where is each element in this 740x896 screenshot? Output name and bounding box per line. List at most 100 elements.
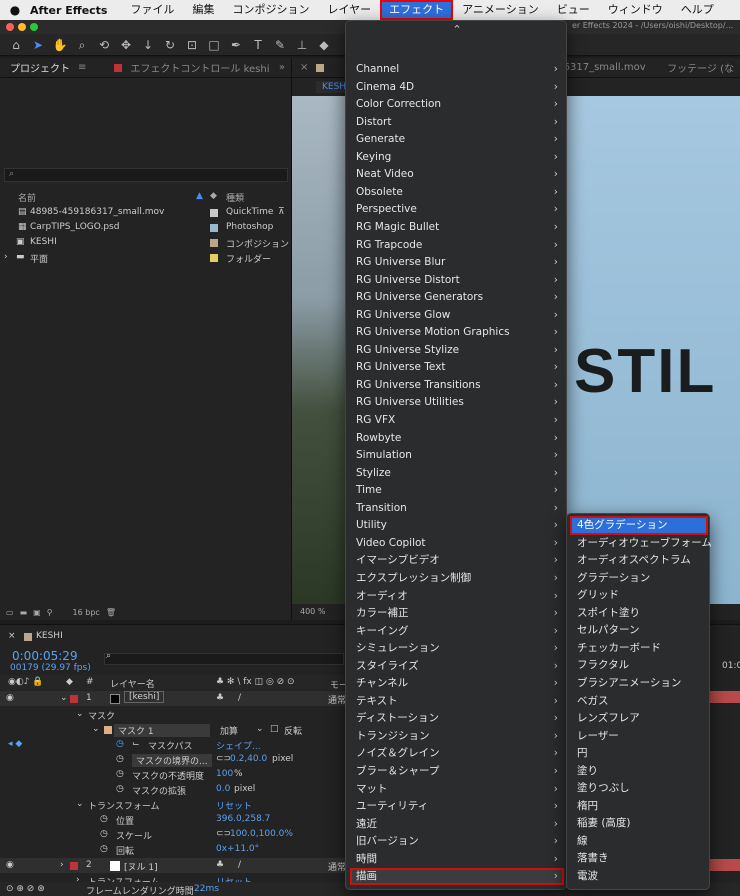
label-icon[interactable]: ◆ — [210, 191, 217, 201]
link-icon[interactable]: ⊂⊃ — [216, 754, 231, 764]
close-window-button[interactable] — [6, 23, 14, 31]
submenu-item[interactable]: セルパターン — [571, 622, 707, 639]
submenu-item[interactable]: 電波 — [571, 868, 707, 885]
zoom-tool-icon[interactable]: ⌕ — [74, 37, 90, 53]
submenu-item[interactable]: 円 — [571, 745, 707, 762]
mask-expansion-row[interactable]: ◷ マスクの拡張 0.0 pixel — [0, 782, 345, 797]
disclosure-arrow-icon[interactable]: › — [4, 252, 8, 262]
effect-menu-item[interactable]: ノイズ＆グレイン › — [350, 745, 564, 762]
submenu-item[interactable]: グラデーション — [571, 570, 707, 587]
effect-menu-item[interactable]: キーイング › — [350, 623, 564, 640]
minimize-window-button[interactable] — [18, 23, 26, 31]
effect-menu-item[interactable]: 時間 › — [350, 851, 564, 868]
effect-menu-item[interactable]: Color Correction › — [350, 96, 564, 113]
pan-tool-icon[interactable]: ✥ — [118, 37, 134, 53]
mask-opacity-row[interactable]: ◷ マスクの不透明度 100 % — [0, 767, 345, 782]
mask-opacity-value[interactable]: 100 — [216, 769, 233, 779]
footer-icons[interactable]: ⊙ ⊕ ⊘ ⊛ — [6, 884, 45, 894]
effect-menu-item[interactable]: スタイライズ › — [350, 658, 564, 675]
position-row[interactable]: ◷ 位置 396.0,258.7 — [0, 812, 345, 827]
mask-path-value[interactable]: シェイプ... — [216, 739, 261, 752]
layer-bar[interactable] — [708, 859, 740, 871]
stopwatch-icon[interactable]: ◷ — [116, 754, 124, 764]
stamp-tool-icon[interactable]: ⊥ — [294, 37, 310, 53]
zoom-level[interactable]: 400 % — [300, 607, 325, 616]
effect-menu-item[interactable]: ユーティリティ › — [350, 798, 564, 815]
scroll-up-icon[interactable]: ⌃ — [346, 23, 568, 36]
orbit-tool-icon[interactable]: ⟲ — [96, 37, 112, 53]
submenu-item[interactable]: 塗りつぶし — [571, 780, 707, 797]
effect-menu-item[interactable]: カラー補正 › — [350, 605, 564, 622]
column-name[interactable]: 名前 — [18, 191, 36, 204]
submenu-item[interactable]: オーディオウェーブフォーム — [571, 535, 712, 552]
expand-arrow-icon[interactable]: ⌄ — [76, 709, 84, 719]
effect-menu-item[interactable]: RG Universe Text › — [350, 359, 564, 376]
zoom-window-button[interactable] — [30, 23, 38, 31]
effect-menu-item[interactable]: Time › — [350, 482, 564, 499]
effect-menu-item[interactable]: Obsolete › — [350, 184, 564, 201]
mask-feather-value[interactable]: 0.2,40.0 — [230, 754, 267, 764]
mask-name[interactable]: マスク 1 — [114, 724, 210, 737]
effect-menu-item[interactable]: Video Copilot › — [350, 535, 564, 552]
visibility-icon[interactable]: ◉ — [6, 860, 14, 870]
panel-close-icon[interactable]: × — [8, 631, 16, 641]
submenu-item[interactable]: レンズフレア — [571, 710, 707, 727]
tab-effect-controls[interactable]: エフェクトコントロール keshi — [130, 60, 269, 75]
mask-row[interactable]: ⌄ マスク 1 加算 ⌄ □ 反転 — [0, 722, 345, 737]
trash-icon[interactable]: 🗑 — [106, 608, 116, 617]
visibility-icon[interactable]: ◉ — [6, 693, 14, 703]
submenu-item[interactable]: レーザー — [571, 728, 707, 745]
apple-icon[interactable]: ● — [0, 3, 30, 17]
mask-path-row[interactable]: ◂ ◆ ◷ ⌙ マスクパス シェイプ... — [0, 737, 345, 752]
invert-checkbox[interactable]: □ — [270, 724, 279, 734]
effect-menu-item[interactable]: RG Universe Generators › — [350, 289, 564, 306]
position-value[interactable]: 396.0,258.7 — [216, 814, 270, 824]
menu-effect[interactable]: エフェクト — [380, 0, 454, 20]
column-type[interactable]: 種類 — [226, 191, 244, 204]
menu-window[interactable]: ウィンドウ — [599, 0, 672, 20]
chevron-down-icon[interactable]: ⌄ — [256, 724, 264, 734]
effect-menu-item[interactable]: 遠近 › — [350, 816, 564, 833]
scale-row[interactable]: ◷ スケール ⊂⊃ 100.0,100.0% — [0, 827, 345, 842]
selection-tool-icon[interactable]: ➤ — [30, 37, 46, 53]
home-icon[interactable]: ⌂ — [8, 37, 24, 53]
keyframe-nav-icon[interactable]: ◂ ◆ — [8, 739, 22, 749]
project-item[interactable]: ▦ CarpTIPS_LOGO.psd Photoshop — [0, 221, 292, 235]
effect-menu-item[interactable]: シミュレーション › — [350, 640, 564, 657]
submenu-item[interactable]: ベガス — [571, 693, 707, 710]
project-search-input[interactable]: ⌕ — [4, 168, 288, 182]
submenu-item[interactable]: 楕円 — [571, 798, 707, 815]
effect-menu-item[interactable]: ブラー＆シャープ › — [350, 763, 564, 780]
layer-mode[interactable]: 通常 — [328, 693, 346, 706]
menu-view[interactable]: ビュー — [548, 0, 599, 20]
new-composition-icon[interactable]: ▣ — [33, 608, 41, 617]
menu-composition[interactable]: コンポジション — [223, 0, 318, 20]
effect-menu-item[interactable]: 旧バージョン › — [350, 833, 564, 850]
effect-menu-item[interactable]: Neat Video › — [350, 166, 564, 183]
new-folder-icon[interactable]: ▬ — [20, 608, 28, 617]
expand-arrow-icon[interactable]: › — [60, 860, 64, 870]
stopwatch-icon[interactable]: ◷ — [100, 814, 108, 824]
effect-menu-item[interactable]: オーディオ › — [350, 588, 564, 605]
submenu-item[interactable]: スポイト塗り — [571, 605, 707, 622]
effect-menu-item[interactable]: Generate › — [350, 131, 564, 148]
effect-menu-item[interactable]: チャンネル › — [350, 675, 564, 692]
shy-switch-icon[interactable]: ♣ — [216, 693, 224, 703]
effect-menu-item[interactable]: Distort › — [350, 114, 564, 131]
effect-menu-item[interactable]: RG Universe Stylize › — [350, 342, 564, 359]
pen-tool-icon[interactable]: ✒ — [228, 37, 244, 53]
stopwatch-icon[interactable]: ◷ — [116, 784, 124, 794]
submenu-item[interactable]: オーディオスペクトラム — [571, 552, 707, 569]
quality-switch-icon[interactable]: / — [238, 693, 241, 703]
effect-menu-item[interactable]: トランジション › — [350, 728, 564, 745]
app-name[interactable]: After Effects — [30, 4, 107, 17]
stopwatch-icon[interactable]: ◷ — [100, 844, 108, 854]
stopwatch-icon[interactable]: ◷ — [116, 769, 124, 779]
effect-menu-item[interactable]: RG Trapcode › — [350, 237, 564, 254]
menu-icon[interactable]: ≡ — [78, 62, 86, 73]
link-icon[interactable]: ⊂⊃ — [216, 829, 231, 839]
effect-menu-item[interactable]: Transition › — [350, 500, 564, 517]
submenu-item[interactable]: フラクタル — [571, 657, 707, 674]
stopwatch-icon[interactable]: ◷ — [100, 829, 108, 839]
mask-expansion-value[interactable]: 0.0 — [216, 784, 230, 794]
